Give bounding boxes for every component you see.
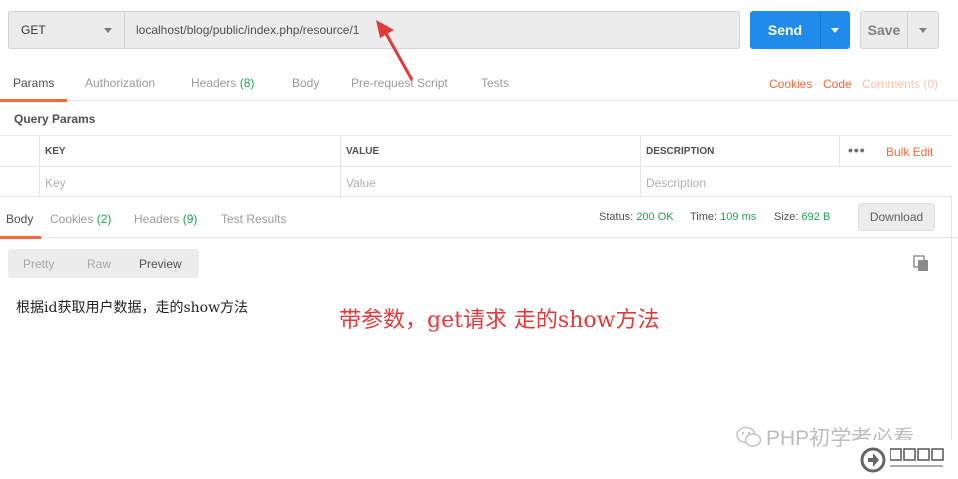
tab-response-cookies[interactable]: Cookies (2): [50, 212, 111, 238]
time-label: Time:: [690, 211, 718, 223]
brand-logo-text-graphic: [889, 447, 944, 467]
query-params-title: Query Params: [14, 112, 96, 126]
status-label: Status:: [599, 211, 634, 223]
status-value: 200 OK: [636, 211, 674, 223]
view-raw[interactable]: Raw: [87, 257, 111, 271]
value-input[interactable]: Value: [340, 167, 640, 198]
brand-logo-icon: [860, 447, 886, 472]
tab-body[interactable]: Body: [292, 76, 319, 101]
code-link[interactable]: Code: [823, 77, 852, 91]
tab-authorization[interactable]: Authorization: [85, 76, 155, 101]
copy-icon[interactable]: [913, 255, 930, 272]
tab-prerequest-script[interactable]: Pre-request Script: [351, 76, 448, 101]
brand-logo: [856, 440, 958, 479]
tab-response-headers[interactable]: Headers (9): [134, 212, 197, 238]
status-info: Status: 200 OK: [599, 211, 674, 223]
time-value: 109 ms: [720, 211, 757, 223]
url-input[interactable]: localhost/blog/public/index.php/resource…: [124, 11, 740, 49]
download-button[interactable]: Download: [858, 203, 935, 231]
tab-headers-label: Headers: [191, 76, 237, 90]
size-label: Size:: [774, 211, 799, 223]
column-key: KEY: [39, 136, 340, 167]
tab-params[interactable]: Params: [0, 76, 68, 102]
tab-headers-count: (8): [239, 76, 255, 90]
brand-logo-wordmark: [889, 446, 948, 474]
chevron-down-icon: [919, 28, 927, 33]
panel-border: [951, 197, 952, 479]
chevron-down-icon: [104, 28, 112, 33]
tab-res-headers-label: Headers: [134, 212, 180, 226]
chevron-down-icon: [831, 28, 839, 33]
view-preview[interactable]: Preview: [139, 257, 182, 271]
tab-tests[interactable]: Tests: [481, 76, 509, 101]
response-tabs: Body Cookies (2) Headers (9) Test Result…: [0, 203, 958, 239]
view-pretty[interactable]: Pretty: [23, 257, 54, 271]
url-value: localhost/blog/public/index.php/resource…: [136, 23, 360, 37]
tab-res-headers-count: (9): [182, 212, 198, 226]
response-body-text: 根据id获取用户数据，走的show方法: [16, 300, 249, 316]
wechat-icon: [736, 426, 762, 447]
annotation-text: 带参数，get请求 走的show方法: [339, 308, 660, 333]
table-header-row: KEY VALUE DESCRIPTION ••• Bulk Edit: [0, 136, 952, 167]
size-value: 692 B: [801, 211, 831, 223]
description-input[interactable]: Description: [640, 167, 952, 198]
view-mode-selector: Pretty Raw Preview: [8, 249, 199, 278]
cookies-link[interactable]: Cookies: [769, 77, 812, 91]
size-info: Size: 692 B: [774, 211, 830, 223]
send-options-button[interactable]: [820, 11, 850, 49]
tab-cookies-count: (2): [96, 212, 112, 226]
bulk-edit-link[interactable]: Bulk Edit: [886, 145, 933, 159]
time-info: Time: 109 ms: [690, 211, 756, 223]
save-options-button[interactable]: [907, 11, 939, 49]
method-select[interactable]: GET: [8, 11, 125, 49]
send-button[interactable]: Send: [750, 11, 820, 49]
column-description: DESCRIPTION: [640, 136, 839, 167]
table-row: Key Value Description: [0, 167, 952, 198]
tab-cookies-label: Cookies: [50, 212, 94, 226]
method-label: GET: [21, 23, 46, 37]
tab-response-body[interactable]: Body: [0, 212, 42, 239]
comments-link[interactable]: Comments (0): [862, 77, 938, 91]
tab-test-results[interactable]: Test Results: [221, 212, 286, 238]
key-input[interactable]: Key: [39, 167, 340, 198]
tab-headers[interactable]: Headers (8): [191, 76, 254, 101]
column-value: VALUE: [340, 136, 640, 167]
query-params-table: KEY VALUE DESCRIPTION ••• Bulk Edit Key …: [0, 135, 952, 198]
request-tabs: Params Authorization Headers (8) Body Pr…: [0, 68, 958, 102]
more-options-icon[interactable]: •••: [848, 143, 866, 157]
save-button[interactable]: Save: [860, 11, 908, 49]
